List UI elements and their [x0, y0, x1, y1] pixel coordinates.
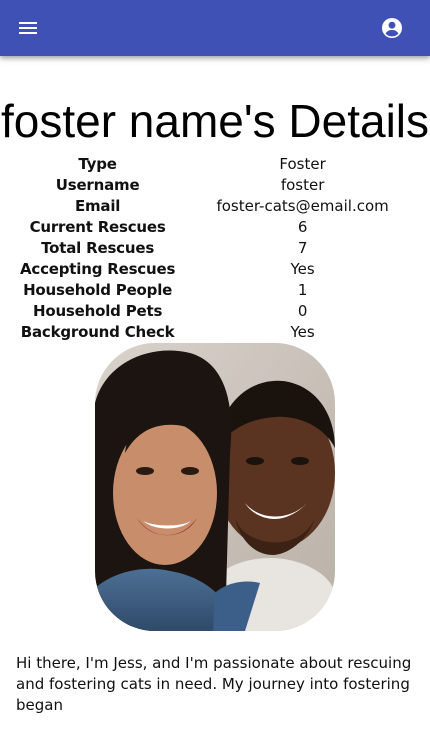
menu-icon [19, 22, 37, 34]
details-label: Total Rescues [41, 239, 155, 257]
details-label: Accepting Rescues [20, 260, 176, 278]
details-row-email: Email foster-cats@email.com [20, 196, 410, 217]
details-label: Type [78, 155, 117, 173]
details-value: 1 [297, 281, 308, 299]
details-row-household-people: Household People 1 [20, 280, 410, 301]
main-content: foster name's Details Type Foster Userna… [0, 56, 430, 740]
account-button[interactable] [372, 8, 412, 48]
details-label: Username [55, 176, 140, 194]
details-value: foster-cats@email.com [216, 197, 389, 215]
foster-photo-image [95, 343, 335, 631]
foster-details-table: Type Foster Username foster Email foster… [20, 154, 410, 343]
details-row-background-check: Background Check Yes [20, 322, 410, 343]
page-title: foster name's Details [0, 95, 430, 147]
details-value: Yes [290, 260, 315, 278]
app-bar [0, 0, 430, 56]
details-row-type: Type Foster [20, 154, 410, 175]
details-value: 7 [297, 239, 308, 257]
details-value: 6 [297, 218, 308, 236]
details-label: Current Rescues [29, 218, 166, 236]
details-row-current-rescues: Current Rescues 6 [20, 217, 410, 238]
details-row-total-rescues: Total Rescues 7 [20, 238, 410, 259]
details-label: Household Pets [32, 302, 163, 320]
details-label: Background Check [20, 323, 175, 341]
details-value: Foster [279, 155, 326, 173]
details-label: Email [74, 197, 121, 215]
details-row-accepting-rescues: Accepting Rescues Yes [20, 259, 410, 280]
account-circle-icon [382, 18, 402, 38]
foster-bio: Hi there, I'm Jess, and I'm passionate a… [16, 654, 412, 714]
details-row-household-pets: Household Pets 0 [20, 301, 410, 322]
menu-button[interactable] [8, 8, 48, 48]
details-value: foster [280, 176, 325, 194]
details-label: Household People [23, 281, 173, 299]
details-row-username: Username foster [20, 175, 410, 196]
details-value: Yes [290, 323, 315, 341]
foster-photo [95, 343, 335, 631]
details-value: 0 [297, 302, 308, 320]
